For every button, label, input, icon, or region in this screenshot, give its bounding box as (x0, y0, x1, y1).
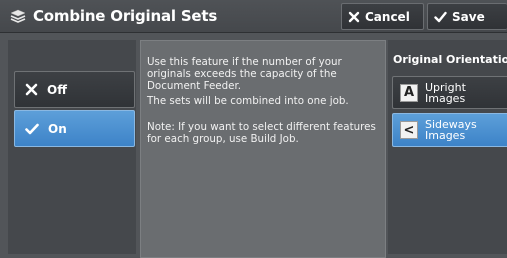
orientation-heading: Original Orientation (393, 53, 507, 66)
save-label: Save (452, 9, 485, 24)
on-option-button[interactable]: On (14, 110, 135, 147)
info-text-note: Note: If you want to select different fe… (147, 121, 376, 145)
sideways-images-button[interactable]: < Sideways Images (392, 113, 507, 147)
sideways-orientation-icon: < (400, 121, 418, 139)
save-button[interactable]: Save (427, 3, 507, 30)
checkmark-icon (434, 11, 447, 22)
on-option-label: On (48, 121, 67, 136)
upright-images-label: Upright Images (425, 80, 466, 105)
close-icon (348, 11, 360, 22)
info-message-box: Use this feature if the number of your o… (140, 40, 386, 258)
cancel-button[interactable]: Cancel (341, 3, 424, 30)
stacked-sets-icon (10, 9, 26, 23)
sideways-images-label: Sideways Images (425, 118, 477, 142)
title-bar: Combine Original Sets Cancel Save (0, 0, 507, 33)
checkmark-icon (25, 123, 39, 134)
upright-images-button[interactable]: A Upright Images (392, 76, 507, 109)
page-title: Combine Original Sets (33, 7, 218, 25)
info-text-capacity: Use this feature if the number of your o… (147, 56, 342, 92)
off-option-label: Off (47, 82, 67, 97)
cancel-label: Cancel (365, 9, 410, 24)
orientation-panel (388, 40, 507, 254)
off-option-button[interactable]: Off (14, 71, 135, 108)
upright-orientation-icon: A (400, 83, 418, 102)
close-icon (25, 83, 38, 96)
info-text-combined: The sets will be combined into one job. (147, 95, 349, 107)
